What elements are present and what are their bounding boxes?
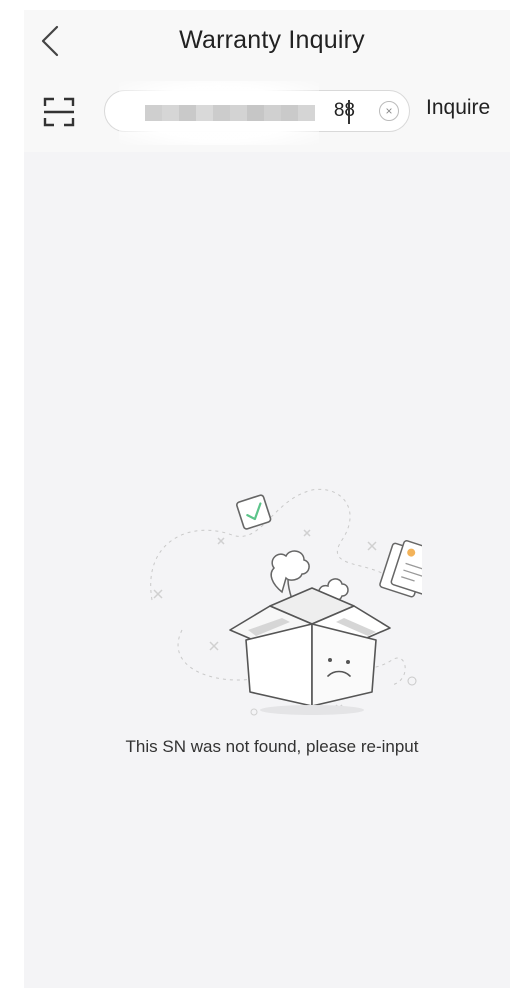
scan-frame-icon	[43, 97, 75, 127]
page-title: Warranty Inquiry	[179, 26, 365, 54]
inquire-button[interactable]: Inquire	[426, 96, 490, 120]
clear-input-button[interactable]: ×	[379, 101, 399, 121]
close-icon: ×	[385, 104, 393, 118]
app-screen: Warranty Inquiry 88 × Inquire This SN wa…	[24, 10, 510, 988]
empty-state-message: This SN was not found, please re-input	[125, 737, 419, 756]
header-bar: Warranty Inquiry 88 × Inquire	[24, 10, 510, 152]
serial-search-box[interactable]: ×	[104, 81, 410, 145]
redacted-serial-mosaic	[145, 105, 315, 121]
scan-button[interactable]	[42, 95, 76, 129]
text-caret	[348, 100, 350, 124]
empty-box-icon	[150, 488, 422, 716]
